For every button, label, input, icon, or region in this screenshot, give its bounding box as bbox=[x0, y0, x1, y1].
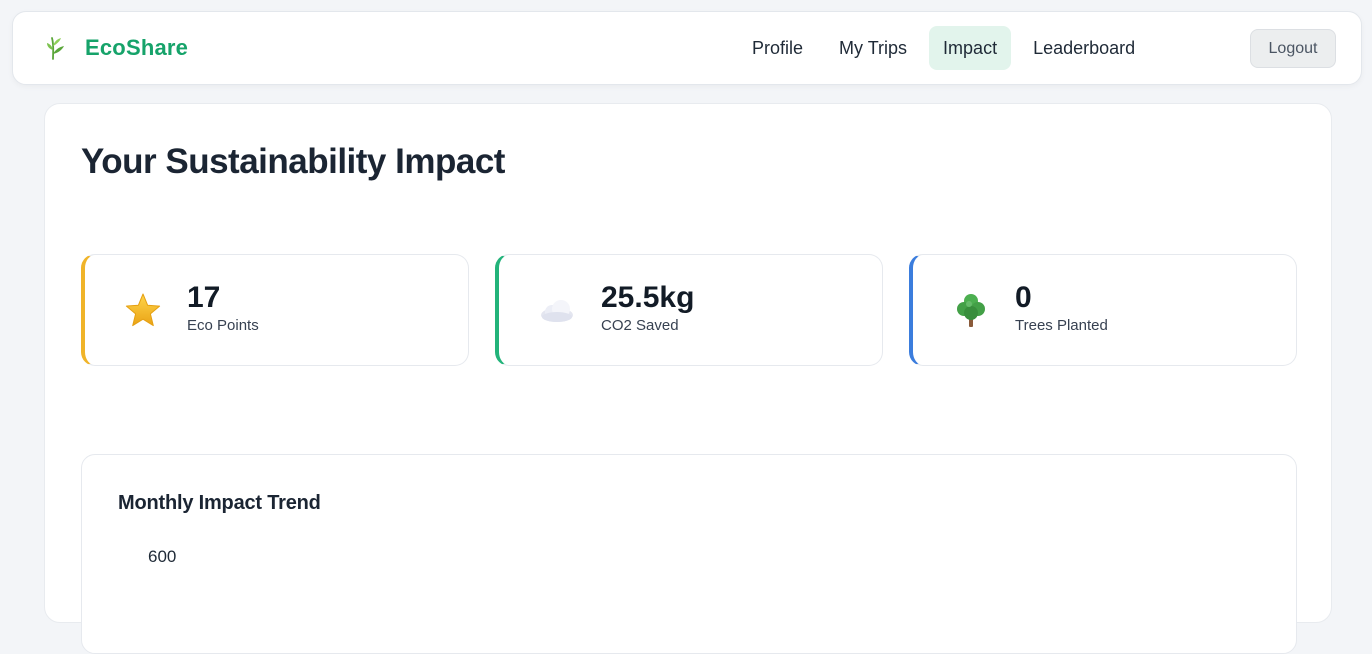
stat-card-eco-points: 17 Eco Points bbox=[81, 254, 469, 366]
stat-label: Eco Points bbox=[187, 317, 259, 334]
brand[interactable]: EcoShare bbox=[45, 12, 188, 84]
stat-card-trees-planted: 0 Trees Planted bbox=[909, 254, 1297, 366]
cloud-icon bbox=[541, 300, 573, 322]
nav-item-impact[interactable]: Impact bbox=[929, 26, 1012, 70]
impact-panel: Your Sustainability Impact 17 Eco Points… bbox=[44, 103, 1332, 654]
brand-name: EcoShare bbox=[85, 35, 189, 60]
stat-value: 25.5kg bbox=[601, 281, 695, 314]
stat-value: 0 bbox=[1015, 281, 1032, 314]
monthly-impact-chart: Monthly Impact Trend 600 bbox=[81, 454, 1297, 654]
y-axis-tick-label: 600 bbox=[148, 547, 177, 566]
stat-label: Trees Planted bbox=[1015, 317, 1108, 334]
stat-card-co2-saved: 25.5kg CO2 Saved bbox=[495, 254, 883, 366]
tree-icon bbox=[957, 294, 985, 327]
nav-item-profile[interactable]: Profile bbox=[738, 26, 817, 70]
nav-links: Profile My Trips Impact Leaderboard bbox=[738, 26, 1149, 70]
stat-value: 17 bbox=[187, 281, 221, 314]
leaf-sprig-icon bbox=[47, 37, 64, 60]
chart-title: Monthly Impact Trend bbox=[118, 492, 321, 514]
stat-label: CO2 Saved bbox=[601, 317, 679, 334]
nav-item-my-trips[interactable]: My Trips bbox=[825, 26, 921, 70]
logout-button[interactable]: Logout bbox=[1250, 29, 1336, 68]
nav-item-leaderboard[interactable]: Leaderboard bbox=[1019, 26, 1149, 70]
top-navbar: EcoShare Profile My Trips Impact Leaderb… bbox=[12, 11, 1362, 85]
star-icon bbox=[125, 293, 161, 327]
page-title: Your Sustainability Impact bbox=[81, 142, 505, 181]
